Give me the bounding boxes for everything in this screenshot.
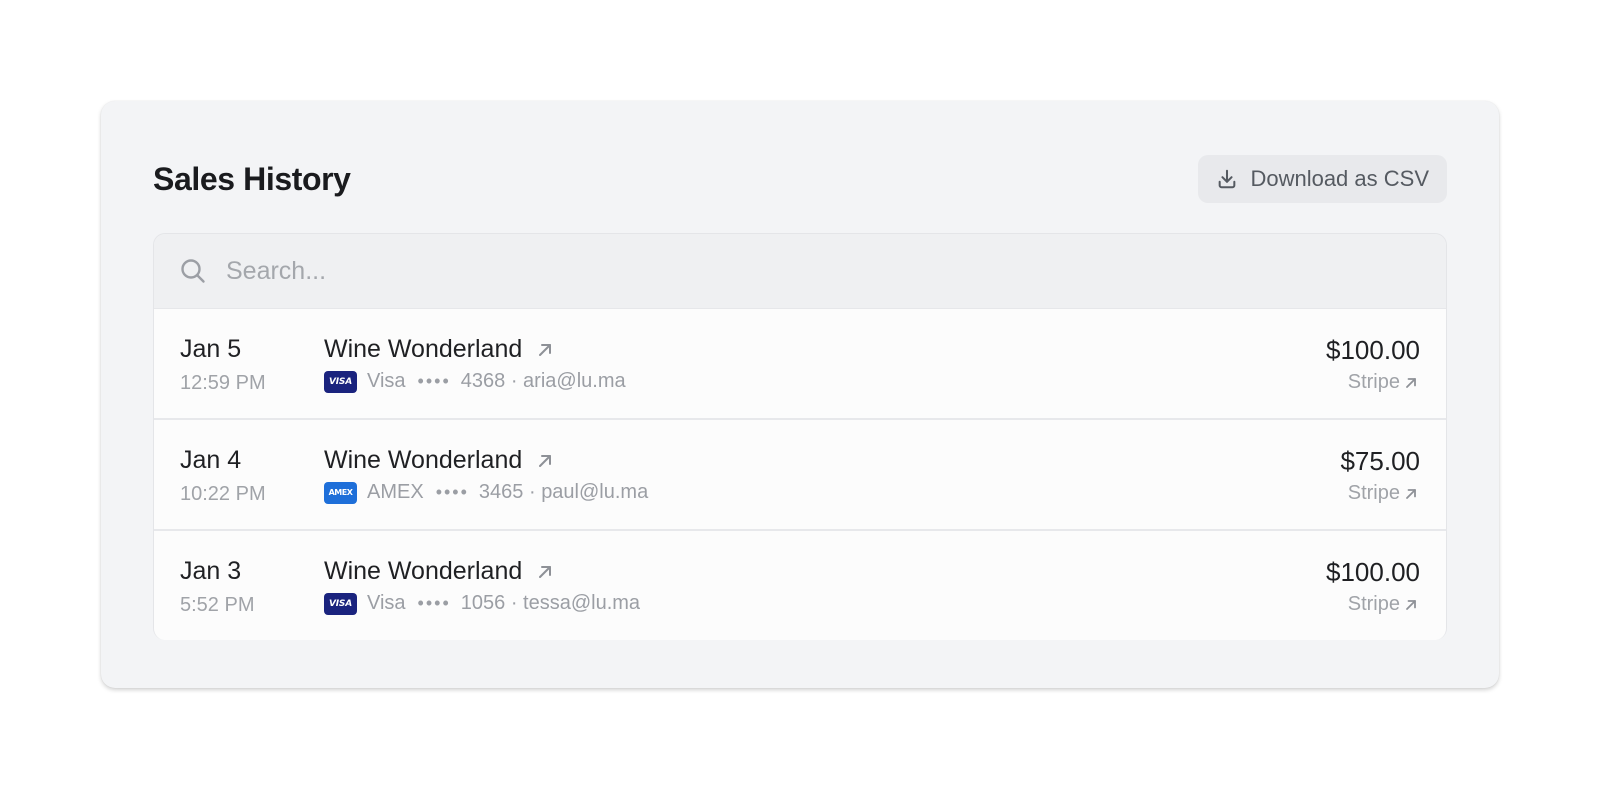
card-brand: Visa xyxy=(367,370,406,392)
sale-time: 10:22 PM xyxy=(180,483,266,505)
separator: · xyxy=(505,592,524,614)
card-brand-icon: VISA xyxy=(324,370,357,393)
sales-history-card: Sales History Download as CSV J xyxy=(101,101,1499,688)
download-csv-label: Download as CSV xyxy=(1250,166,1429,191)
card-last4: 1056 xyxy=(460,592,506,614)
buyer-email: tessa@lu.ma xyxy=(523,592,641,614)
card-mask: •••• xyxy=(417,593,451,613)
payment-provider-link[interactable]: Stripe xyxy=(1348,482,1418,505)
buyer-email: paul@lu.ma xyxy=(541,481,649,503)
card-last4: 3465 xyxy=(478,481,524,503)
download-icon xyxy=(1216,168,1238,190)
external-link-icon xyxy=(1404,376,1418,390)
event-name: Wine Wonderland xyxy=(324,446,523,474)
card-last4: 4368 xyxy=(460,370,506,392)
search-bar xyxy=(154,234,1446,309)
payment-details: VISA Visa •••• 4368 · aria@lu.ma xyxy=(324,370,626,393)
card-header: Sales History Download as CSV xyxy=(153,155,1447,203)
provider-name: Stripe xyxy=(1347,593,1400,615)
external-link-icon xyxy=(1404,598,1418,612)
event-name: Wine Wonderland xyxy=(324,557,523,585)
sales-list: Jan 5 12:59 PM Wine Wonderland VISA Visa… xyxy=(154,309,1446,640)
search-input[interactable] xyxy=(226,256,1226,286)
buyer-email: aria@lu.ma xyxy=(523,370,626,392)
sales-table: Jan 5 12:59 PM Wine Wonderland VISA Visa… xyxy=(153,233,1447,640)
event-link[interactable]: Wine Wonderland xyxy=(324,446,554,475)
event-name: Wine Wonderland xyxy=(324,335,523,363)
separator: · xyxy=(505,370,524,392)
provider-name: Stripe xyxy=(1347,482,1400,504)
payment-provider-link[interactable]: Stripe xyxy=(1348,371,1418,394)
sale-time: 5:52 PM xyxy=(180,594,255,616)
card-mask: •••• xyxy=(417,371,451,391)
separator: · xyxy=(523,481,542,503)
sale-date: Jan 4 xyxy=(180,446,242,474)
external-link-icon xyxy=(536,563,554,581)
sale-time: 12:59 PM xyxy=(180,372,266,394)
sale-date: Jan 3 xyxy=(180,557,242,585)
sale-row[interactable]: Jan 3 5:52 PM Wine Wonderland VISA Visa … xyxy=(154,531,1446,640)
sale-amount: $75.00 xyxy=(1340,446,1420,476)
card-brand: AMEX xyxy=(367,481,424,503)
sale-row[interactable]: Jan 5 12:59 PM Wine Wonderland VISA Visa… xyxy=(154,309,1446,420)
external-link-icon xyxy=(1404,487,1418,501)
sale-amount: $100.00 xyxy=(1326,557,1420,587)
search-icon xyxy=(180,258,206,284)
event-link[interactable]: Wine Wonderland xyxy=(324,557,554,586)
sale-amount: $100.00 xyxy=(1326,335,1420,365)
card-mask: •••• xyxy=(435,482,469,502)
payment-details: AMEX AMEX •••• 3465 · paul@lu.ma xyxy=(324,481,648,504)
sale-date: Jan 5 xyxy=(180,335,242,363)
page-title: Sales History xyxy=(153,160,351,197)
external-link-icon xyxy=(536,341,554,359)
sale-row[interactable]: Jan 4 10:22 PM Wine Wonderland AMEX AMEX… xyxy=(154,420,1446,531)
payment-provider-link[interactable]: Stripe xyxy=(1348,593,1418,616)
card-brand: Visa xyxy=(367,592,406,614)
download-csv-button[interactable]: Download as CSV xyxy=(1198,155,1447,203)
event-link[interactable]: Wine Wonderland xyxy=(324,335,554,364)
card-brand-icon: AMEX xyxy=(324,481,357,504)
card-brand-icon: VISA xyxy=(324,592,357,615)
external-link-icon xyxy=(536,452,554,470)
payment-details: VISA Visa •••• 1056 · tessa@lu.ma xyxy=(324,592,640,615)
provider-name: Stripe xyxy=(1347,371,1400,393)
